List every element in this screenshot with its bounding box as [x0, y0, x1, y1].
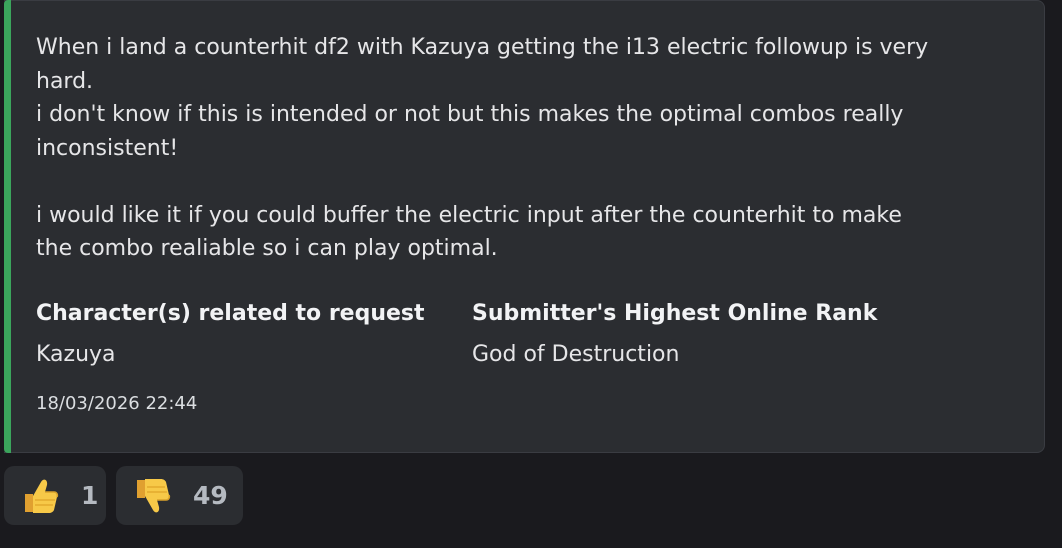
embed-accent-bar: [4, 0, 11, 453]
field-value-characters: Kazuya: [36, 342, 116, 367]
field-name-rank: Submitter's Highest Online Rank: [472, 301, 878, 326]
field-name-characters: Character(s) related to request: [36, 301, 425, 326]
reaction-count: 1: [81, 481, 99, 510]
thumbs-up-icon: [21, 476, 59, 516]
field-value-rank: God of Destruction: [472, 342, 680, 367]
reaction-thumbs-down[interactable]: 49: [116, 466, 243, 525]
embed-timestamp: 18/03/2026 22:44: [36, 393, 198, 414]
embed-description: When i land a counterhit df2 with Kazuya…: [36, 35, 929, 261]
thumbs-down-icon: [133, 476, 171, 516]
reaction-count: 49: [193, 481, 228, 510]
reaction-thumbs-up[interactable]: 1: [4, 466, 106, 525]
